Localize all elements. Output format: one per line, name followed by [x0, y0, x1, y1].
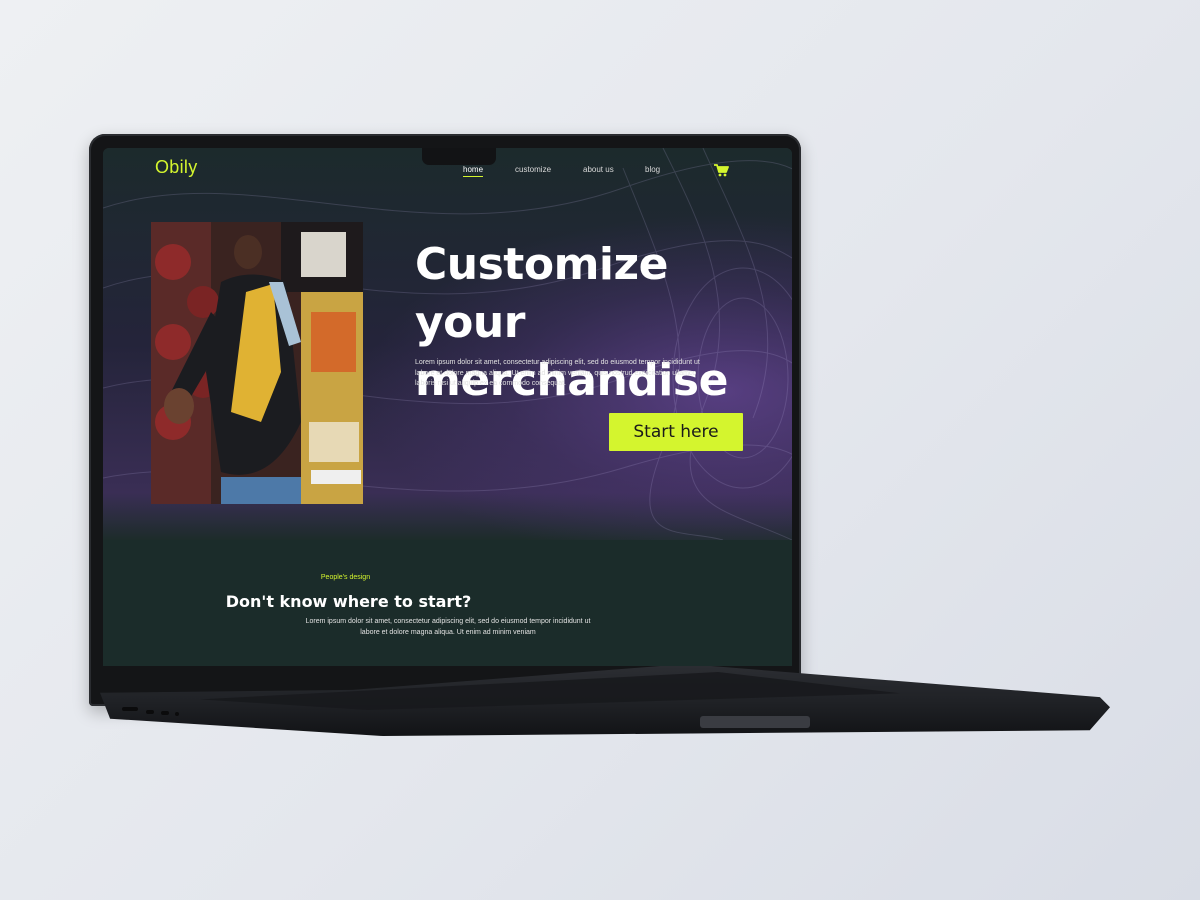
nav-link-label: home: [463, 165, 484, 174]
start-here-button[interactable]: Start here: [609, 413, 743, 451]
nav-link-home[interactable]: home: [463, 165, 484, 177]
headphone-jack: [175, 712, 179, 716]
camera-notch: [422, 148, 496, 165]
hero-photo: [151, 222, 363, 504]
section-eyebrow: People's design: [103, 574, 792, 581]
nav-link-label: customize: [515, 165, 552, 174]
usb-port: [161, 711, 169, 715]
hero-description: Lorem ipsum dolor sit amet, consectetur …: [415, 359, 700, 387]
section-description: Lorem ipsum dolor sit amet, consectetur …: [305, 618, 591, 636]
nav-link-customize[interactable]: customize: [515, 165, 551, 174]
nav-link-label: about us: [583, 165, 614, 174]
hero-section: Obily home customize about us blog Custo…: [103, 148, 792, 540]
peoples-design-section: People's design Don't know where to star…: [103, 540, 792, 666]
section-eyebrow-label: People's design: [320, 574, 371, 581]
laptop-trackpad: [700, 716, 810, 728]
hero-title-line: Customize your: [415, 239, 668, 348]
section-title-label: Don't know where to start?: [225, 592, 472, 611]
section-title: Don't know where to start?: [103, 592, 792, 611]
nav-link-label: blog: [645, 165, 661, 174]
active-nav-underline: [463, 176, 484, 177]
shopping-cart-icon[interactable]: [714, 164, 729, 182]
nav-link-blog[interactable]: blog: [645, 165, 660, 174]
usb-port: [122, 707, 138, 711]
usb-port: [146, 710, 154, 714]
laptop-screen: Obily home customize about us blog Custo…: [103, 148, 792, 666]
nav-link-about-us[interactable]: about us: [583, 165, 614, 174]
site-logo[interactable]: Obily: [155, 157, 198, 178]
